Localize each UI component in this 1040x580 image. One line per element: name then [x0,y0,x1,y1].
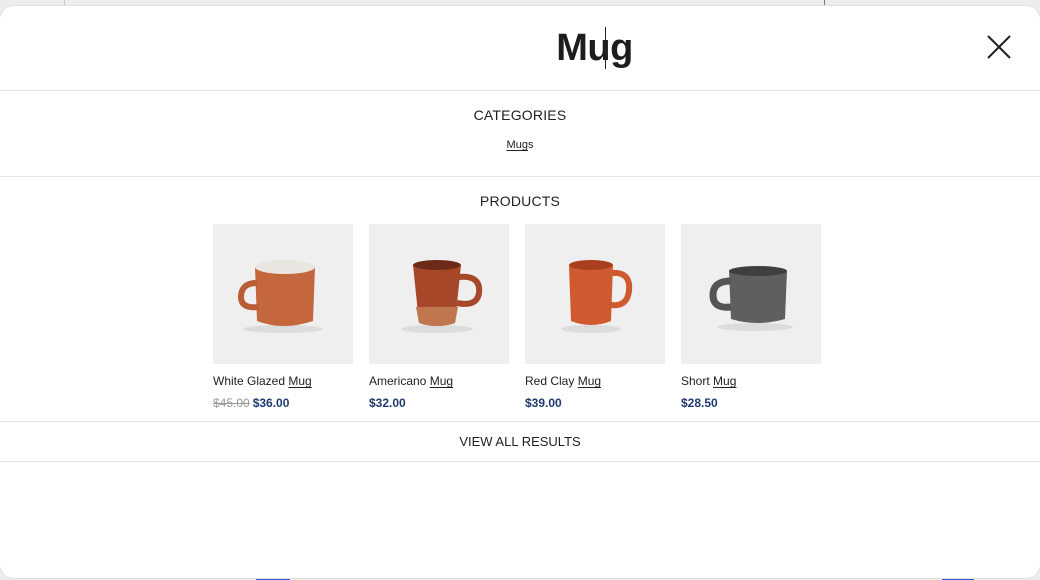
product-price: $28.50 [681,396,821,410]
product-sale-price: $36.00 [252,396,290,410]
product-image[interactable] [525,224,665,364]
products-title: PRODUCTS [479,193,561,209]
product-name-prefix: White Glazed [213,374,286,388]
product-name-match: Mug [288,374,312,388]
product-name-match: Mug [713,374,737,388]
categories-section: CATEGORIES Mugs [0,91,1040,177]
product-name-match: Mug [429,374,454,388]
product-name[interactable]: Americano Mug [369,374,509,388]
category-rest: s [527,139,534,151]
close-icon [987,35,1011,59]
product-name[interactable]: White Glazed Mug [213,374,353,388]
product-name-match: Mug [577,374,602,388]
product-card[interactable]: Red Clay Mug $39.00 [525,224,665,410]
search-header [0,6,1040,91]
product-price: $39.00 [525,396,665,410]
product-price: $32.00 [369,396,509,410]
categories-title: CATEGORIES [473,107,567,123]
product-card[interactable]: Short Mug $28.50 [681,224,821,410]
product-name-prefix: Americano [369,374,427,388]
product-image[interactable] [369,224,509,364]
product-name-prefix: Short [681,374,710,388]
mug-image-icon [709,266,793,331]
category-link-mugs[interactable]: Mugs [507,139,534,151]
product-name[interactable]: Short Mug [681,374,821,388]
products-section: PRODUCTS White Glazed Mug $45.00$36.00 [0,177,1040,422]
text-caret [604,27,606,69]
product-image[interactable] [681,224,821,364]
product-grid: White Glazed Mug $45.00 $36.00 Americano … [213,224,1040,410]
mug-image-icon [561,260,633,333]
product-sale-price: $32.00 [369,396,406,410]
view-all-results-button[interactable]: VIEW ALL RESULTS [0,422,1040,462]
product-image[interactable] [213,224,353,364]
product-card[interactable]: White Glazed Mug $45.00 $36.00 [213,224,353,410]
product-name[interactable]: Red Clay Mug [525,374,665,388]
search-overlay: CATEGORIES Mugs PRODUCTS White Glazed Mu… [0,6,1040,578]
product-name-prefix: Red Clay [525,374,575,388]
category-match: Mug [506,139,528,151]
mug-image-icon [401,260,483,333]
product-old-price: $45.00 [213,396,250,410]
view-all-label: VIEW ALL RESULTS [459,434,581,449]
product-card[interactable]: Americano Mug $32.00 [369,224,509,410]
product-price: $45.00 $36.00 [213,396,353,410]
close-button[interactable] [984,32,1014,62]
product-sale-price: $39.00 [525,396,562,410]
search-input[interactable] [434,26,755,70]
mug-image-icon [237,260,323,333]
product-sale-price: $28.50 [681,396,718,410]
